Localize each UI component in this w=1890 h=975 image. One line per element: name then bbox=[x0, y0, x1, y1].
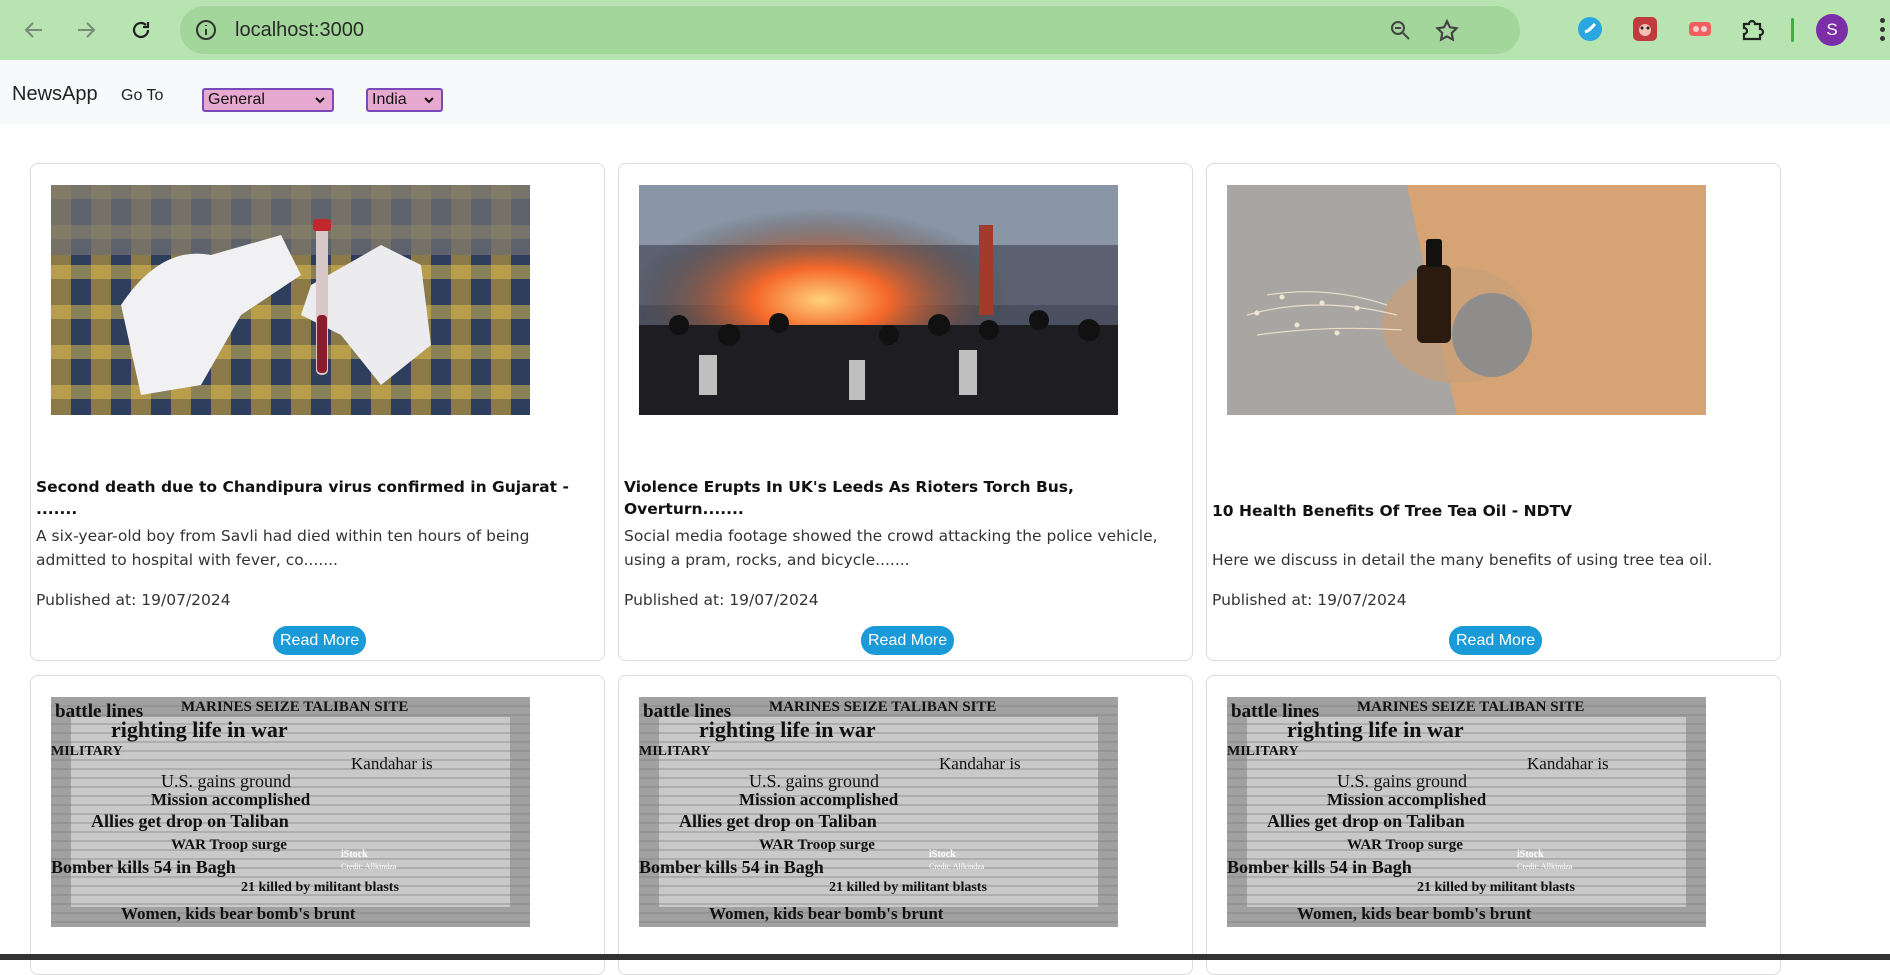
collage-headline: MILITARY bbox=[639, 744, 711, 759]
article-description: A six-year-old boy from Savli had died w… bbox=[36, 527, 530, 569]
collage-headline: Credit: Allkindza bbox=[929, 862, 985, 871]
collage-headline: Women, kids bear bomb's brunt bbox=[709, 904, 944, 923]
collage-headline: Allies get drop on Taliban bbox=[91, 811, 289, 831]
collage-headline: MARINES SEIZE TALIBAN SITE bbox=[1357, 699, 1584, 715]
collage-headline: 21 killed by militant blasts bbox=[1417, 880, 1575, 895]
bookmark-star-icon[interactable] bbox=[1434, 18, 1460, 44]
zoom-icon[interactable] bbox=[1388, 18, 1412, 42]
arrow-left-icon bbox=[24, 22, 42, 38]
site-info-icon[interactable] bbox=[194, 18, 218, 42]
news-card: 10 Health Benefits Of Tree Tea Oil - NDT… bbox=[1206, 163, 1781, 661]
collage-headline: MARINES SEIZE TALIBAN SITE bbox=[769, 699, 996, 715]
collage-headline: Mission accomplished bbox=[151, 790, 311, 809]
collage-headline: Kandahar is bbox=[939, 754, 1021, 773]
bottom-scrollbar[interactable] bbox=[0, 954, 1890, 960]
category-select[interactable]: General bbox=[202, 88, 334, 112]
newspaper-collage-graphic: battle lines MARINES SEIZE TALIBAN SITEri… bbox=[51, 697, 530, 927]
collage-headline: Women, kids bear bomb's brunt bbox=[1297, 904, 1532, 923]
article-image: battle lines MARINES SEIZE TALIBAN SITE ri… bbox=[1227, 697, 1706, 927]
bug-icon[interactable] bbox=[1630, 14, 1660, 44]
sync-icon[interactable] bbox=[1575, 14, 1605, 44]
collage-headline: WAR Troop surge bbox=[171, 837, 287, 853]
chevron-down-icon bbox=[424, 97, 434, 104]
menu-kebab-icon[interactable] bbox=[1876, 18, 1890, 44]
collage-headline: Credit: Allkindza bbox=[1517, 862, 1573, 871]
collage-headline: Bomber kills 54 in Bagh bbox=[639, 857, 824, 877]
collage-headline: WAR Troop surge bbox=[1347, 837, 1463, 853]
profile-avatar[interactable]: S bbox=[1816, 14, 1848, 46]
collage-headline: 21 killed by militant blasts bbox=[829, 880, 987, 895]
collage-headline: Kandahar is bbox=[1527, 754, 1609, 773]
news-card: Second death due to Chandipura virus con… bbox=[30, 163, 605, 661]
url-text[interactable]: localhost:3000 bbox=[235, 16, 364, 44]
news-card: battle lines MARINES SEIZE TALIBAN SITE ri… bbox=[618, 675, 1193, 975]
collage-headline: Mission accomplished bbox=[1327, 790, 1487, 809]
country-selected-value: India bbox=[372, 91, 407, 108]
article-title: Violence Erupts In UK's Leeds As Rioters… bbox=[624, 478, 1074, 518]
chevron-down-icon bbox=[315, 97, 325, 104]
vr-headset-icon[interactable] bbox=[1685, 14, 1715, 44]
collage-headline: iStock bbox=[929, 849, 956, 860]
read-more-button[interactable]: Read More bbox=[861, 626, 955, 655]
collage-headline: U.S. gains ground bbox=[1337, 771, 1467, 791]
article-image: battle lines MARINES SEIZE TALIBAN SITE ri… bbox=[51, 697, 530, 927]
brand-logo[interactable]: NewsApp bbox=[12, 83, 98, 106]
country-select[interactable]: India bbox=[366, 88, 443, 112]
toolbar-divider bbox=[1791, 18, 1794, 42]
collage-headline: Allies get drop on Taliban bbox=[679, 811, 877, 831]
collage-headline: Mission accomplished bbox=[739, 790, 899, 809]
puzzle-icon[interactable] bbox=[1738, 14, 1768, 44]
news-card: battle lines MARINES SEIZE TALIBAN SITE ri… bbox=[1206, 675, 1781, 975]
reload-icon bbox=[132, 21, 150, 39]
collage-headline: Kandahar is bbox=[351, 754, 433, 773]
article-published-date: Published at: 19/07/2024 bbox=[1212, 591, 1407, 609]
collage-headline: righting life in war bbox=[699, 717, 876, 742]
goto-label: Go To bbox=[121, 87, 164, 104]
collage-headline: righting life in war bbox=[111, 717, 288, 742]
article-title: 10 Health Benefits Of Tree Tea Oil - NDT… bbox=[1212, 502, 1573, 520]
collage-headline: iStock bbox=[1517, 849, 1544, 860]
news-card: Violence Erupts In UK's Leeds As Rioters… bbox=[618, 163, 1193, 661]
reload-button[interactable] bbox=[121, 10, 161, 50]
article-image bbox=[51, 185, 530, 415]
news-card: battle lines MARINES SEIZE TALIBAN SITE ri… bbox=[30, 675, 605, 975]
collage-headline: WAR Troop surge bbox=[759, 837, 875, 853]
article-description: Social media footage showed the crowd at… bbox=[624, 527, 1158, 569]
collage-headline: U.S. gains ground bbox=[161, 771, 291, 791]
collage-headline: iStock bbox=[341, 849, 368, 860]
collage-headline: MARINES SEIZE TALIBAN SITE bbox=[181, 699, 408, 715]
collage-headline: U.S. gains ground bbox=[749, 771, 879, 791]
collage-headline: Bomber kills 54 in Bagh bbox=[51, 857, 236, 877]
article-image bbox=[639, 185, 1118, 415]
collage-headline: Credit: Allkindza bbox=[341, 862, 397, 871]
read-more-button[interactable]: Read More bbox=[273, 626, 367, 655]
collage-headline: MILITARY bbox=[1227, 744, 1299, 759]
read-more-button[interactable]: Read More bbox=[1449, 626, 1543, 655]
article-published-date: Published at: 19/07/2024 bbox=[36, 591, 231, 609]
article-title: Second death due to Chandipura virus con… bbox=[36, 478, 569, 518]
article-published-date: Published at: 19/07/2024 bbox=[624, 591, 819, 609]
address-bar[interactable]: localhost:3000 bbox=[180, 6, 1520, 54]
collage-headline: Women, kids bear bomb's brunt bbox=[121, 904, 356, 923]
category-selected-value: General bbox=[208, 91, 265, 108]
collage-headline: righting life in war bbox=[1287, 717, 1464, 742]
article-image: battle lines MARINES SEIZE TALIBAN SITE ri… bbox=[639, 697, 1118, 927]
newspaper-collage-graphic: battle lines MARINES SEIZE TALIBAN SITEri… bbox=[639, 697, 1118, 927]
browser-toolbar: localhost:3000 S bbox=[0, 0, 1890, 60]
collage-headline: Bomber kills 54 in Bagh bbox=[1227, 857, 1412, 877]
arrow-right-icon bbox=[78, 22, 96, 38]
app-navbar: NewsApp Go To General India bbox=[0, 60, 1890, 124]
collage-headline: 21 killed by militant blasts bbox=[241, 880, 399, 895]
back-button[interactable] bbox=[14, 10, 54, 50]
newspaper-collage-graphic: battle lines MARINES SEIZE TALIBAN SITEri… bbox=[1227, 697, 1706, 927]
collage-headline: MILITARY bbox=[51, 744, 123, 759]
forward-button[interactable] bbox=[66, 10, 106, 50]
article-image bbox=[1227, 185, 1706, 415]
article-description: Here we discuss in detail the many benef… bbox=[1212, 551, 1713, 569]
collage-headline: Allies get drop on Taliban bbox=[1267, 811, 1465, 831]
